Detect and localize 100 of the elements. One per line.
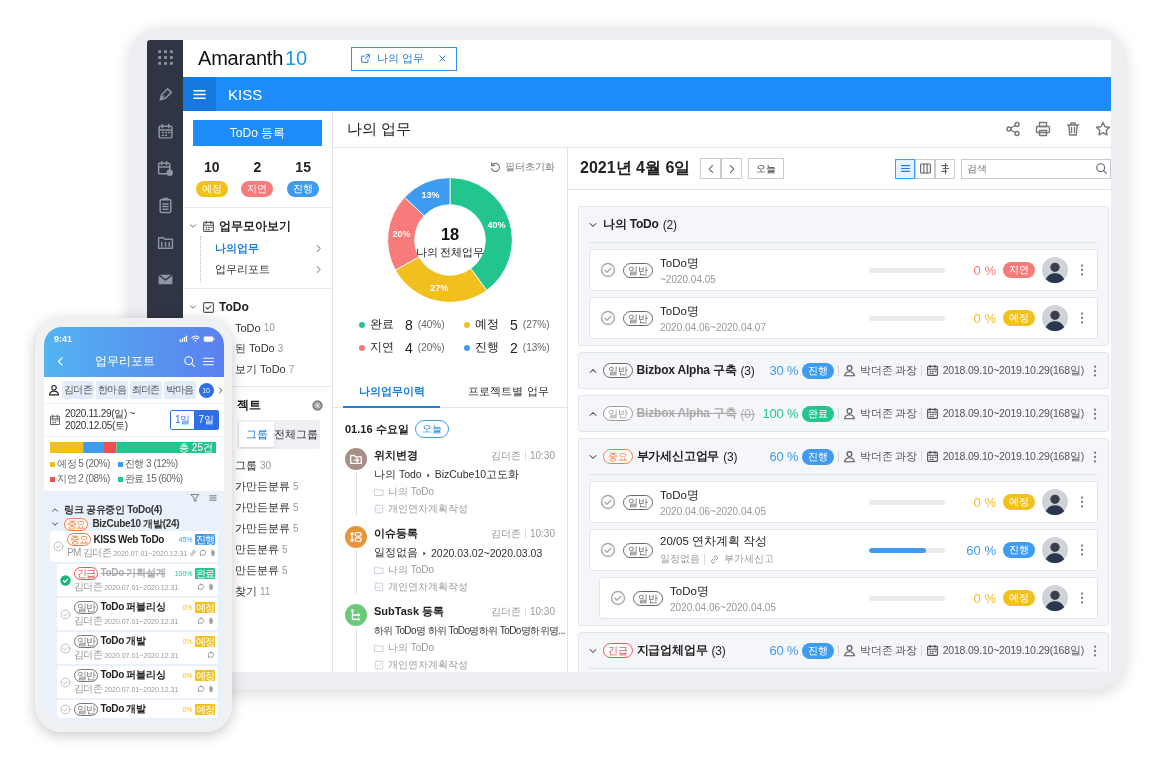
todo-title: ToDo 퍼블리싱 <box>100 600 166 614</box>
status-badge: 지연 <box>241 181 274 197</box>
section-title: ToDo <box>219 300 249 314</box>
category-tag: 일반 <box>603 406 633 421</box>
range-button[interactable]: 7일 <box>194 411 218 429</box>
status-badge: 진행 <box>287 181 320 197</box>
group-title[interactable]: 부가세신고업무 <box>636 448 720 465</box>
item-count: 5 <box>293 481 299 492</box>
item-count: 3 <box>277 343 284 354</box>
legend-percent: (40%) <box>417 319 445 330</box>
nav-item[interactable]: 가만든분류 5 <box>235 518 332 539</box>
legend-percent: (13%) <box>522 342 550 353</box>
legend-label: 완료 15 (60%) <box>124 472 183 486</box>
nav-item[interactable]: ToDo 10 <box>235 317 332 338</box>
app-logo: Amaranth10 <box>198 47 307 70</box>
category-tag: 일반 <box>74 600 99 614</box>
history-author: 김더존 <box>490 448 521 463</box>
history-to: 2020.03.02~2020.03.03 <box>431 547 543 559</box>
legend-count: 4 <box>405 339 413 356</box>
status-badge: 예정 <box>194 703 215 715</box>
history-time: 10:30 <box>529 528 555 539</box>
owner-name: 박더존 과장 <box>859 643 917 658</box>
nav-item[interactable]: 만든분류 5 <box>235 539 332 560</box>
person-chip[interactable]: 박마음 <box>163 381 196 399</box>
todo-owner: PM 김더존 <box>67 546 112 560</box>
progress-percent: 60 % <box>769 643 799 658</box>
todo-period: 2020.04.06~2020.04.05 <box>670 601 776 613</box>
today-button[interactable]: 오늘 <box>748 158 785 179</box>
category-tag: 일반 <box>74 668 99 682</box>
category-tag: 일반 <box>633 590 663 606</box>
person-chip[interactable]: 최더존 <box>129 381 162 399</box>
item-count: 5 <box>293 502 299 513</box>
todo-title: ToDo 기획설계 <box>100 566 166 580</box>
todo-title: ToDo 퍼블리싱 <box>100 668 166 682</box>
nav-item[interactable]: 된 ToDo 3 <box>235 338 332 359</box>
progress-percent: 0 % <box>972 262 996 278</box>
category-tag: 일반 <box>623 310 653 326</box>
slice-label: 40% <box>487 220 506 231</box>
item-count: 5 <box>282 565 288 576</box>
history-from: 나의 Todo <box>374 468 422 482</box>
group-title[interactable]: BizCube10 개발(24) <box>92 517 180 531</box>
project-period: 2018.09.10~2019.10.29(168일) <box>942 643 1084 658</box>
project-period: 2018.09.10~2019.10.29(168일) <box>942 406 1084 421</box>
status-badge: 진행 <box>1003 542 1035 558</box>
history-time: 10:30 <box>529 450 555 461</box>
date-range: 2020.11.29(일) ~ 2020.12.05(토) <box>65 408 137 432</box>
nav-item[interactable]: 업무리포트 <box>201 259 332 280</box>
history-folder: 나의 ToDo <box>388 641 435 655</box>
todo-title: 20/05 연차계획 작성 <box>660 534 769 549</box>
group-title[interactable]: Bizbox Alpha 구축 <box>636 362 737 379</box>
nav-item[interactable]: 나의업무 <box>201 238 332 259</box>
slice-label: 13% <box>421 190 440 201</box>
history-task: 개인연차계획작성 <box>388 658 468 672</box>
todo-period: 일정없음 <box>660 552 700 566</box>
group-title[interactable]: 나의 ToDo <box>603 216 659 233</box>
open-tab[interactable]: 나의 업무 <box>350 46 457 71</box>
legend-label: 예정 <box>475 316 500 333</box>
slice-label: 20% <box>392 229 411 240</box>
category-tag: 중요 <box>603 449 633 464</box>
category-tag: 일반 <box>74 634 99 648</box>
nav-item[interactable]: 가만든분류 5 <box>235 476 332 497</box>
todo-title: ToDo 개발 <box>100 634 146 648</box>
nav-item[interactable]: 만든분류 5 <box>235 560 332 581</box>
project-period: 2018.09.10~2019.10.29(168일) <box>942 449 1084 464</box>
legend-label: 완료 <box>370 316 395 333</box>
todo-period: 2020.04.06~2020.04.05 <box>660 505 766 517</box>
filter-reset-button[interactable]: 필터초기화 <box>489 160 555 174</box>
todo-title: ToDo명 <box>660 303 700 319</box>
status-badge: 진행 <box>802 362 834 379</box>
legend-percent: (27%) <box>522 319 550 330</box>
status-badge: 완료 <box>802 405 834 422</box>
todo-title: ToDo명 <box>660 255 700 271</box>
nav-item[interactable]: 그룹 30 <box>235 455 332 476</box>
nav-item[interactable]: 가만든분류 5 <box>235 497 332 518</box>
item-count: 7 <box>288 364 295 375</box>
tab[interactable]: 전체그룹 <box>274 422 318 447</box>
group-title[interactable]: 링크 공유중인 ToDo(4) <box>64 503 163 517</box>
todo-period: ~2020.04.05 <box>660 273 716 285</box>
group-title[interactable]: 지급업체업무 <box>636 642 708 659</box>
legend-count: 5 <box>510 316 518 333</box>
count-value: 2 <box>253 159 262 175</box>
search-field[interactable]: 검색 <box>961 158 1111 179</box>
tab[interactable]: 그룹 <box>239 422 274 447</box>
legend-label: 진행 3 (12%) <box>124 457 178 471</box>
tab[interactable]: 프로젝트별 업무 <box>460 378 557 408</box>
person-chip[interactable]: 김더존 <box>62 381 94 399</box>
tab[interactable]: 나의업무이력 <box>343 378 440 408</box>
status-badge: 예정 <box>1003 590 1035 606</box>
group-count: (3) <box>723 449 738 464</box>
total-count: 총 25건 <box>179 442 213 453</box>
nav-item[interactable]: 보기 ToDo 7 <box>235 359 332 380</box>
count-value: 10 <box>204 159 220 175</box>
page-title: 나의 업무 <box>347 119 412 139</box>
category-tag: 중요 <box>64 517 89 531</box>
progress-percent: 0 % <box>972 494 996 510</box>
status-badge: 예정 <box>1003 310 1035 326</box>
person-chip[interactable]: 한마음 <box>95 381 128 399</box>
history-task: 개인연차계획작성 <box>388 580 468 594</box>
group-count: (2) <box>662 217 677 232</box>
nav-item[interactable]: 찾기 11 <box>235 581 332 602</box>
